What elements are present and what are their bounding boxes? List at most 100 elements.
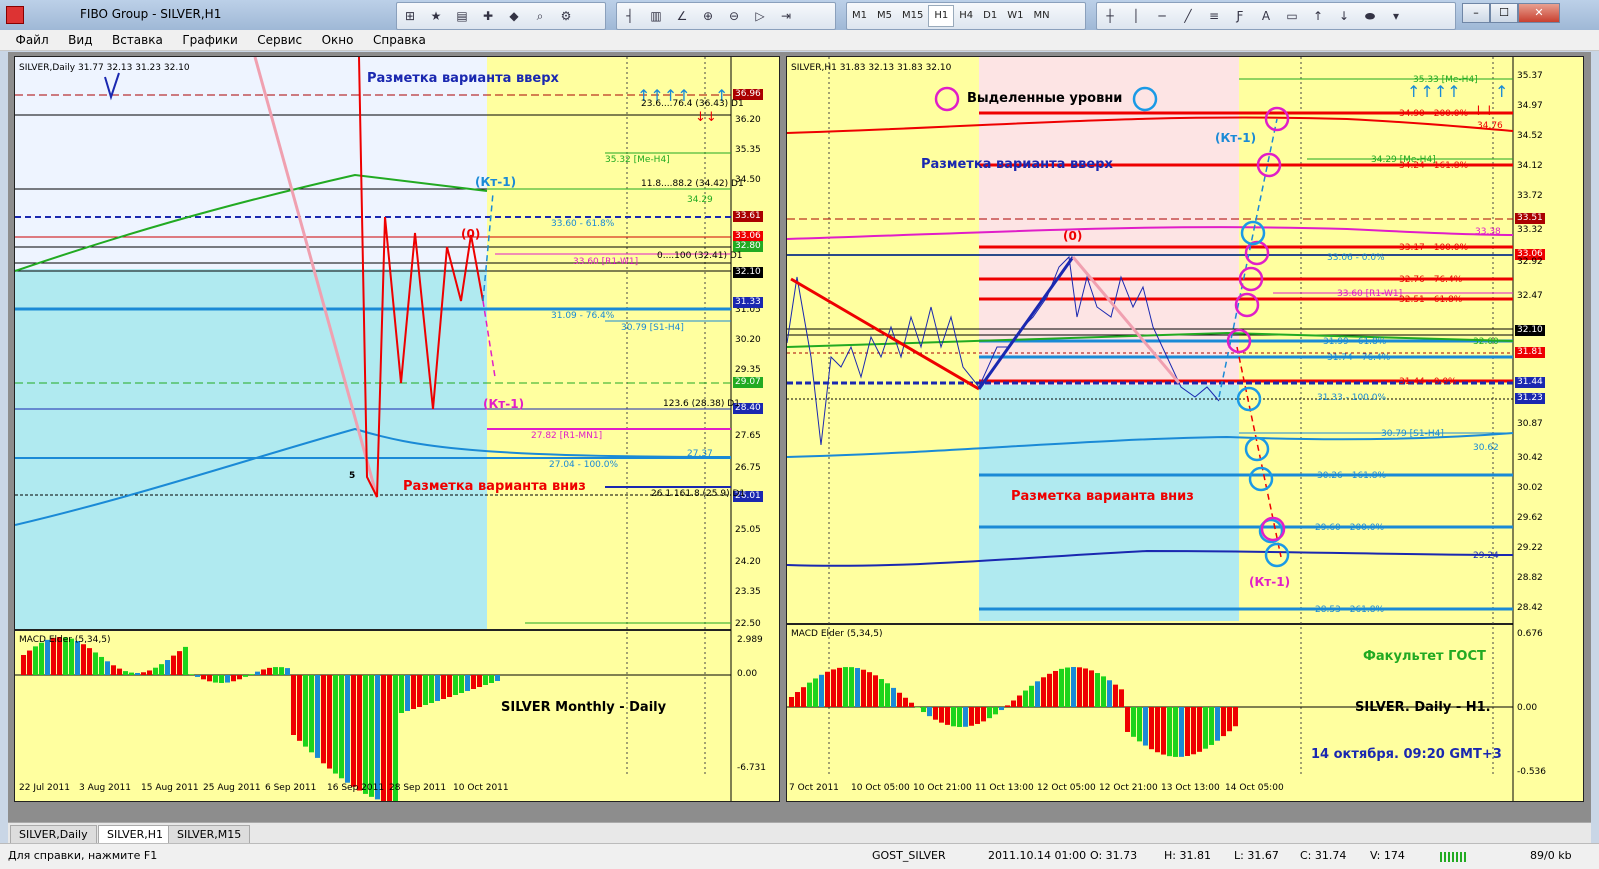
right-price-tick: 30.02: [1517, 483, 1543, 493]
macd-bar: [177, 651, 182, 675]
right-level-label: 32.00: [1473, 337, 1499, 347]
status-low: L: 31.67: [1234, 849, 1279, 862]
macd-bar: [867, 672, 872, 707]
vertical-line-icon[interactable]: │: [1126, 6, 1146, 26]
maximize-button[interactable]: ☐: [1490, 3, 1518, 23]
ellipse-icon[interactable]: ⬬: [1360, 6, 1380, 26]
left-macd: [15, 637, 731, 801]
tf-h4[interactable]: H4: [954, 6, 978, 26]
macd-bar: [873, 675, 878, 707]
menu-insert[interactable]: Вставка: [104, 30, 171, 50]
macd-bar: [231, 675, 236, 682]
status-datetime: 2011.10.14 01:00: [988, 849, 1087, 862]
text-tool[interactable]: A: [1256, 6, 1276, 26]
r-price-box-32-10: 32.10: [1515, 325, 1545, 336]
right-level-label: 31.99 - 61.8%: [1323, 337, 1387, 347]
right-macd-label: MACD Elder (5,34,5): [791, 629, 883, 639]
status-bar: Для справки, нажмите F1 GOST_SILVER 2011…: [0, 843, 1599, 869]
tf-m5[interactable]: M5: [872, 6, 897, 26]
close-button[interactable]: ✕: [1518, 3, 1560, 23]
menu-charts[interactable]: Графики: [174, 30, 245, 50]
macd-bar: [1191, 707, 1196, 755]
trendline-icon[interactable]: ╱: [1178, 6, 1198, 26]
tf-mn[interactable]: MN: [1028, 6, 1054, 26]
window-title: FIBO Group - SILVER,H1: [80, 7, 222, 21]
chart-silver-h1[interactable]: ↑↑↑↑ ↑ ↓↓ 33.51 33.06 32.10 31.81 31.44 3…: [786, 56, 1584, 802]
alert-icon[interactable]: ◆: [504, 6, 524, 26]
crosshair-icon[interactable]: ┼: [1100, 6, 1120, 26]
line-chart-icon[interactable]: ∠: [672, 6, 692, 26]
tf-h1[interactable]: H1: [928, 5, 955, 27]
menu-view[interactable]: Вид: [60, 30, 100, 50]
tab-silver-daily[interactable]: SILVER,Daily: [10, 825, 97, 844]
right-price-tick: 30.87: [1517, 419, 1543, 429]
window-icon[interactable]: ▤: [452, 6, 472, 26]
right-kt-up: (Кт-1): [1215, 131, 1257, 145]
arrow-down-icon[interactable]: ↓: [1334, 6, 1354, 26]
macd-bar: [1143, 707, 1148, 746]
macd-bar: [417, 675, 422, 707]
label-icon[interactable]: ▭: [1282, 6, 1302, 26]
macd-bar: [375, 675, 380, 800]
right-level-label: 29.24: [1473, 551, 1499, 561]
macd-bar: [489, 675, 494, 683]
right-macd-tick: 0.00: [1517, 703, 1538, 713]
zoom-in-icon[interactable]: ⊕: [698, 6, 718, 26]
macd-bar: [1095, 673, 1100, 707]
macd-bar: [849, 667, 854, 707]
macd-bar: [891, 687, 896, 707]
tf-w1[interactable]: W1: [1002, 6, 1028, 26]
left-time-tick: 16 Sep 2011: [327, 783, 385, 793]
left-macd-label: MACD Elder (5,34,5): [19, 635, 111, 645]
tf-m1[interactable]: M1: [847, 6, 872, 26]
right-time-tick: 13 Oct 13:00: [1161, 783, 1220, 793]
right-macd-tick: 0.676: [1517, 629, 1543, 639]
tab-silver-m15[interactable]: SILVER,M15: [168, 825, 251, 844]
r-price-box-33-51: 33.51: [1515, 213, 1545, 224]
new-chart-icon[interactable]: ⊞: [400, 6, 420, 26]
arrow-up-icon[interactable]: ↑: [1308, 6, 1328, 26]
menu-file[interactable]: Файл: [8, 30, 57, 50]
macd-bar: [903, 697, 908, 707]
equidistant-icon[interactable]: ≡: [1204, 6, 1224, 26]
tf-m15[interactable]: M15: [897, 6, 928, 26]
macd-bar: [411, 675, 416, 709]
minimize-button[interactable]: –: [1462, 3, 1490, 23]
macd-bar: [243, 675, 248, 677]
macd-bar: [1077, 667, 1082, 707]
dropdown-icon[interactable]: ▾: [1386, 6, 1406, 26]
autoscroll-icon[interactable]: ▷: [750, 6, 770, 26]
left-time-tick: 10 Oct 2011: [453, 783, 509, 793]
horizontal-line-icon[interactable]: ─: [1152, 6, 1172, 26]
menu-tools[interactable]: Сервис: [249, 30, 310, 50]
macd-bar: [75, 640, 80, 675]
chart-silver-daily[interactable]: ↑↑↑↑ ↑ ↓↓ 36.20 35.35 34.50 31.05 30.20 29.35…: [14, 56, 780, 802]
bar-chart-icon[interactable]: ┤: [620, 6, 640, 26]
right-zero-label: (0): [1063, 229, 1083, 243]
settings-icon[interactable]: ⚙: [556, 6, 576, 26]
macd-bar: [855, 668, 860, 707]
connection-icon: [1440, 852, 1468, 862]
macd-bar: [927, 707, 932, 717]
profiles-icon[interactable]: ★: [426, 6, 446, 26]
tab-silver-h1[interactable]: SILVER,H1: [98, 825, 173, 844]
menu-help[interactable]: Справка: [365, 30, 434, 50]
macd-bar: [27, 650, 32, 675]
fibo-icon[interactable]: Ƒ: [1230, 6, 1250, 26]
menu-window[interactable]: Окно: [314, 30, 362, 50]
r-price-box-31-81: 31.81: [1515, 347, 1545, 358]
status-help: Для справки, нажмите F1: [8, 849, 158, 862]
zoom-out-icon[interactable]: ⊖: [724, 6, 744, 26]
candle-chart-icon[interactable]: ▥: [646, 6, 666, 26]
chart-shift-icon[interactable]: ⇥: [776, 6, 796, 26]
macd-bar: [1023, 690, 1028, 707]
right-price-tick: 33.32: [1517, 225, 1543, 235]
macd-bar: [405, 675, 410, 711]
left-kt-down: (Кт-1): [483, 397, 525, 411]
left-level-label: 31.09 - 76.4%: [551, 311, 615, 321]
add-icon[interactable]: ✚: [478, 6, 498, 26]
search-icon[interactable]: ⌕: [530, 6, 550, 26]
right-time-tick: 12 Oct 05:00: [1037, 783, 1096, 793]
macd-bar: [1065, 667, 1070, 707]
tf-d1[interactable]: D1: [978, 6, 1002, 26]
